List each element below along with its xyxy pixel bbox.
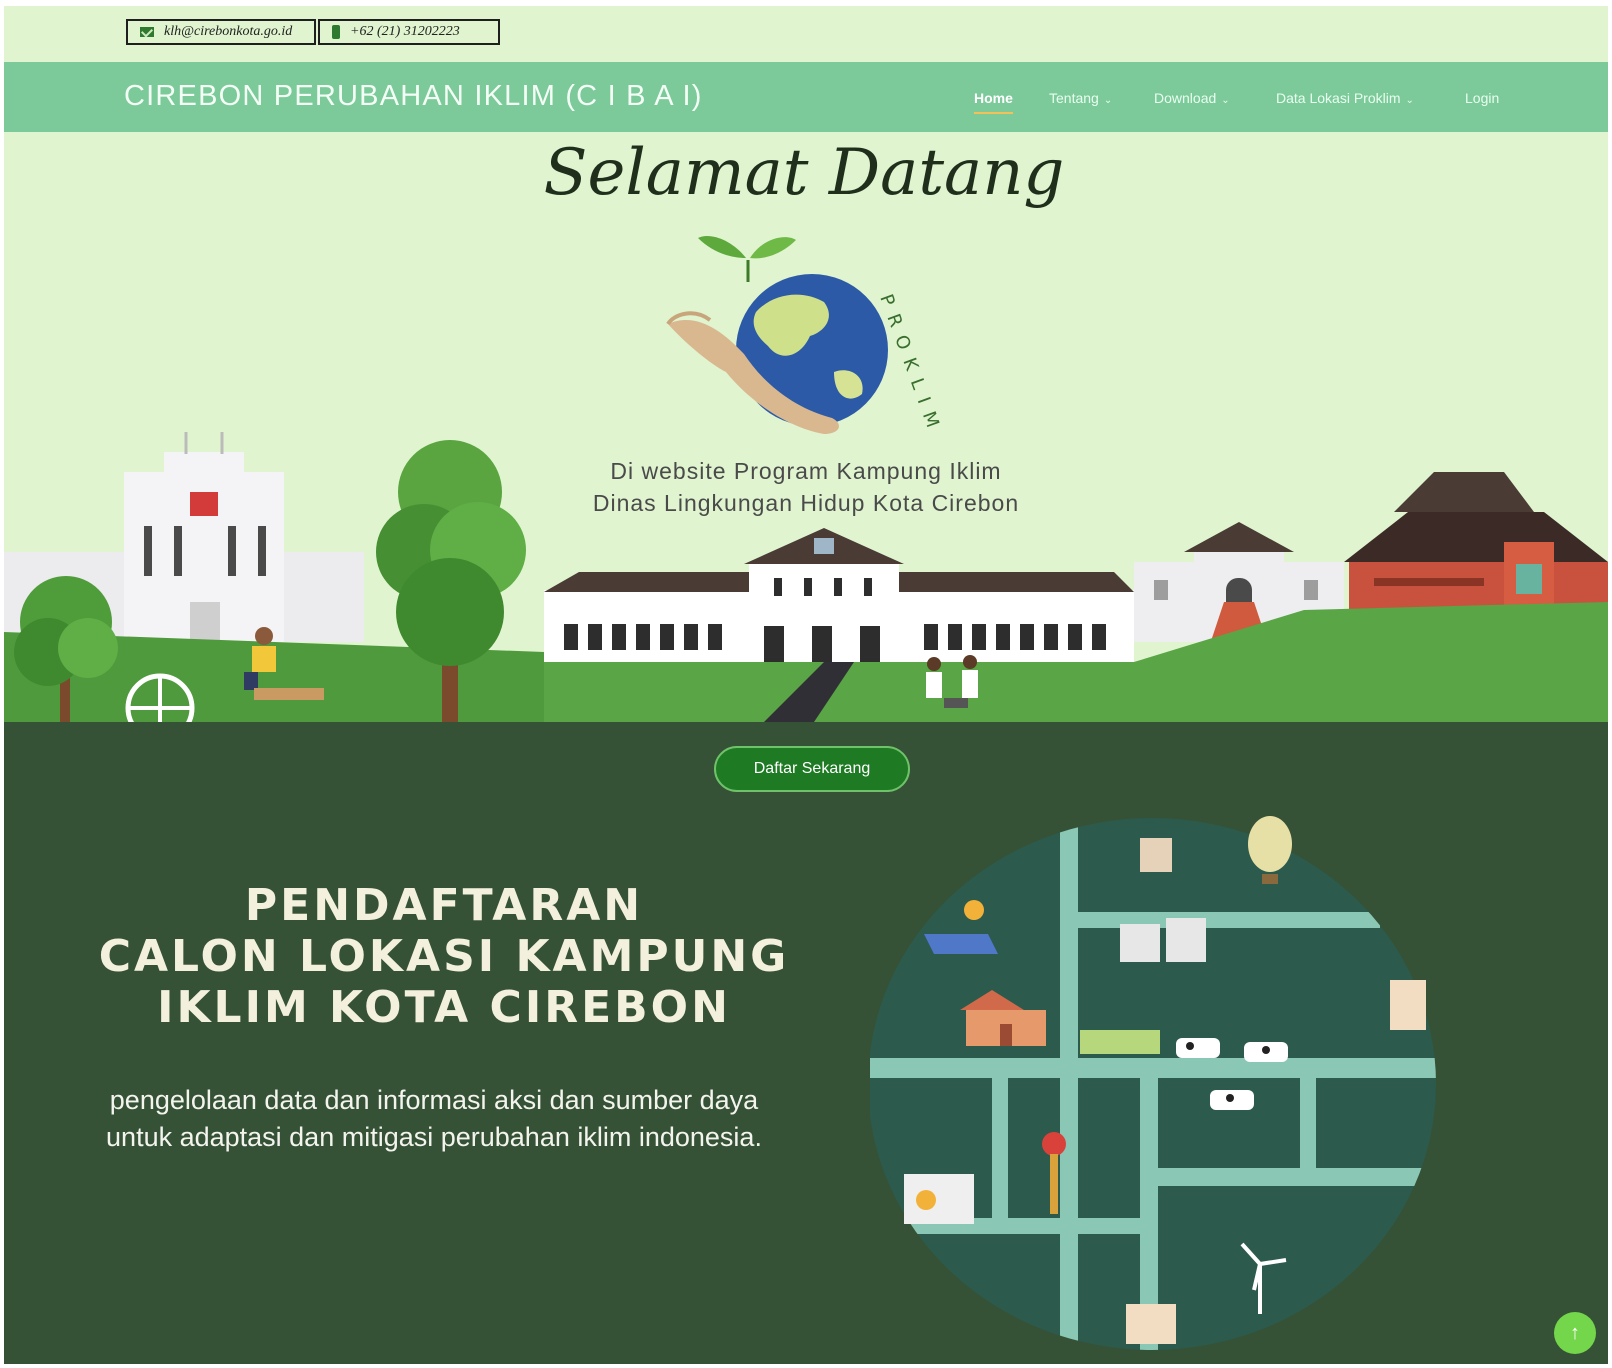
registration-description: pengelolaan data dan informasi aksi dan … [106,1085,762,1152]
welcome-heading: Selamat Datang [544,136,1065,210]
registration-title-line1: PENDAFTARAN [244,880,644,931]
nav-item-label: Tentang [1049,90,1099,106]
contact-phone-text: +62 (21) 31202223 [350,24,460,39]
nav-item-data-lokasi-proklim[interactable]: Data Lokasi Proklim ⌄ [1276,90,1414,106]
registration-title: PENDAFTARAN CALON LOKASI KAMPUNG IKLIM K… [64,880,824,1033]
nav-item-tentang[interactable]: Tentang ⌄ [1049,90,1112,106]
arrow-up-icon: ↑ [1570,1321,1580,1344]
scroll-to-top-button[interactable]: ↑ [1554,1312,1596,1354]
chevron-down-icon: ⌄ [1405,95,1414,106]
chevron-down-icon: ⌄ [1221,95,1230,106]
navbar: CIREBON PERUBAHAN IKLIM (C I B A I) Home… [4,62,1608,132]
nav-item-home[interactable]: Home [974,90,1013,114]
registration-title-line2: CALON LOKASI KAMPUNG [98,931,790,982]
hero-subtitle-line1: Di website Program Kampung Iklim [610,458,1002,484]
nav-item-label: Home [974,90,1013,106]
nav-item-label: Data Lokasi Proklim [1276,90,1401,106]
station-building-illustration [544,528,1134,662]
contact-phone[interactable]: +62 (21) 31202223 [318,19,500,45]
register-now-button[interactable]: Daftar Sekarang [714,746,910,792]
nav-item-login[interactable]: Login [1465,90,1499,106]
hero-section: Selamat Datang PROKLIM Di website Progra… [4,132,1608,722]
hero-subtitle-line2: Dinas Lingkungan Hidup Kota Cirebon [592,490,1020,516]
nav-item-label: Login [1465,90,1500,106]
nav-item-download[interactable]: Download ⌄ [1154,90,1230,106]
registration-section: Daftar Sekarang PENDAFTARAN CALON LOKASI… [4,722,1608,1364]
power-plant-illustration [904,1174,974,1224]
village-map-illustration [870,816,1436,1350]
registration-title-line3: IKLIM KOTA CIREBON [157,982,731,1033]
site-brand[interactable]: CIREBON PERUBAHAN IKLIM (C I B A I) [124,80,703,113]
mail-icon [140,27,154,37]
phone-icon [332,25,340,39]
hero-illustration: Selamat Datang PROKLIM [4,136,1608,722]
page: klh@cirebonkota.go.id +62 (21) 31202223 … [4,6,1608,1364]
contact-bar: klh@cirebonkota.go.id +62 (21) 31202223 [4,6,1608,62]
chevron-down-icon: ⌄ [1103,95,1113,106]
contact-email[interactable]: klh@cirebonkota.go.id [126,19,316,45]
nav-item-label: Download [1154,90,1217,106]
proklim-logo: PROKLIM [666,236,946,440]
contact-email-text: klh@cirebonkota.go.id [164,24,293,39]
